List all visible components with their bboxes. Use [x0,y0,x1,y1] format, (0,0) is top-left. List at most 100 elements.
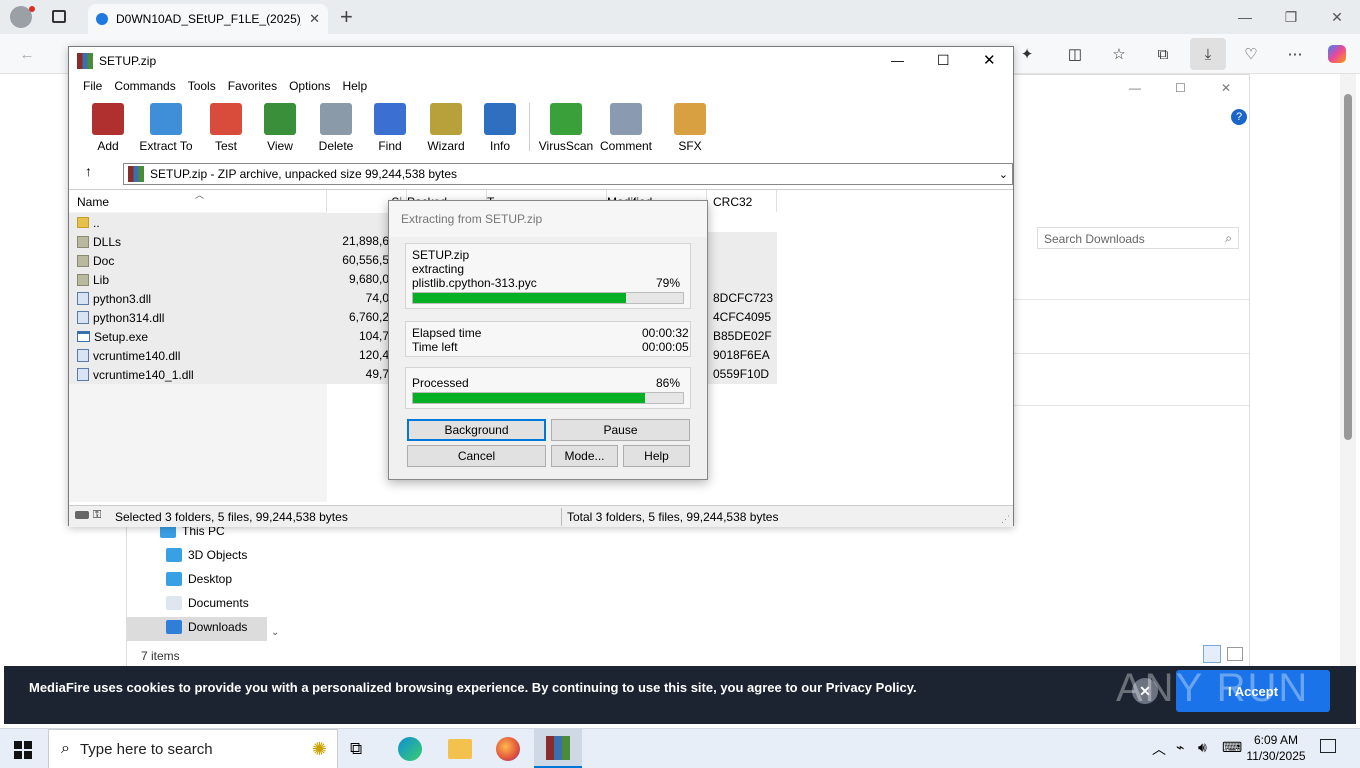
tool-extract-to[interactable]: Extract To [137,103,195,155]
taskbar-search-box[interactable]: ⌕ Type here to search ✺ [48,729,338,768]
tool-virusscan[interactable]: VirusScan [537,103,595,155]
performance-icon[interactable]: ♡ [1238,42,1264,66]
extensions-icon[interactable]: ✦ [1014,42,1040,66]
nav-item-label: Desktop [188,572,233,586]
clock-time[interactable]: 6:09 AM [1252,733,1300,747]
large-icons-view-icon[interactable] [1227,647,1243,661]
favorites-icon[interactable]: ☆ [1106,42,1132,66]
volume-icon[interactable]: 🔊︎ [1198,739,1207,756]
file-crc: 9018F6EA [707,346,777,365]
info-icon [484,103,516,135]
tool-test[interactable]: Test [197,103,255,155]
explorer-close-icon[interactable]: ✕ [1221,81,1231,95]
close-tab-icon[interactable]: ✕ [309,11,320,27]
tool-sfx[interactable]: SFX [661,103,719,155]
show-hidden-icons[interactable]: ︿ [1152,739,1166,759]
search-downloads-input[interactable]: Search Downloads ⌕ [1037,227,1239,249]
tool-label: Info [489,139,510,153]
menu-favorites[interactable]: Favorites [222,79,283,93]
help-button[interactable]: Help [623,445,690,467]
menu-file[interactable]: File [77,79,108,93]
tool-view[interactable]: View [251,103,309,155]
file-size: 21,898,6 [327,232,395,251]
column-crc[interactable]: CRC32 [707,190,777,212]
status-separator [561,508,562,526]
new-tab-button[interactable]: + [340,4,353,30]
explorer-minimize-icon[interactable]: — [1129,81,1141,95]
nav-scroll-down-icon[interactable]: ⌄ [271,627,279,638]
file-name: Doc [93,253,115,268]
more-icon[interactable]: ⋯ [1282,42,1308,66]
background-label: Background [444,423,509,437]
winrar-close-icon[interactable]: ✕ [983,51,996,69]
divider [1013,353,1249,354]
winrar-taskbar-icon[interactable] [534,729,582,768]
winrar-title-bar[interactable]: SETUP.zip — ☐ ✕ [69,47,1013,75]
path-dropdown-icon[interactable]: ⌄ [999,168,1008,181]
tool-delete[interactable]: Delete [307,103,365,155]
downloads-icon[interactable]: ⤓ [1190,38,1226,70]
menu-options[interactable]: Options [283,79,336,93]
menu-commands[interactable]: Commands [108,79,181,93]
processed-progress-fill [413,393,646,403]
menu-tools[interactable]: Tools [182,79,222,93]
clock-date[interactable]: 11/30/2025 [1244,749,1308,763]
page-scrollbar[interactable] [1340,74,1356,724]
menu-help[interactable]: Help [336,79,373,93]
file-name: python3.dll [93,291,152,306]
tool-wizard[interactable]: Wizard [417,103,475,155]
tool-find[interactable]: Find [361,103,419,155]
mode-button[interactable]: Mode... [551,445,618,467]
task-view-icon[interactable]: ⧉ [350,739,362,759]
nav-item-documents[interactable]: Documents [166,592,249,614]
copilot-icon[interactable] [1324,42,1350,66]
pause-button[interactable]: Pause [551,419,690,441]
comment-icon [610,103,642,135]
sfx-icon [674,103,706,135]
help-icon[interactable]: ? [1231,109,1247,125]
details-view-icon[interactable] [1203,645,1221,663]
scrollbar-thumb[interactable] [1344,94,1352,440]
close-icon[interactable]: ✕ [1314,0,1360,34]
tool-info[interactable]: Info [471,103,529,155]
winrar-maximize-icon[interactable]: ☐ [937,52,950,69]
tab-actions-icon[interactable] [52,10,66,23]
firefox-taskbar-icon[interactable] [496,737,520,761]
back-icon[interactable]: ← [14,42,40,66]
start-icon[interactable] [14,741,32,759]
nav-item-downloads[interactable]: Downloads [166,616,247,638]
winrar-title: SETUP.zip [99,54,157,68]
file-name-cell: vcruntime140_1.dll [69,365,327,384]
dialog-title[interactable]: Extracting from SETUP.zip [389,201,707,237]
file-progress-bar [412,292,684,304]
file-percent: 79% [656,276,681,290]
minimize-icon[interactable]: — [1222,0,1268,34]
collections-icon[interactable]: ⧉ [1150,42,1176,66]
cancel-button[interactable]: Cancel [407,445,546,467]
edge-taskbar-icon[interactable] [398,737,422,761]
winrar-status-bar: ⚿ Selected 3 folders, 5 files, 99,244,53… [69,505,1013,527]
background-button[interactable]: Background [407,419,546,441]
language-icon[interactable]: ⌨︎ [1222,739,1242,756]
column-crc-label: CRC32 [713,195,753,209]
nav-item-label: Downloads [188,620,248,634]
winrar-minimize-icon[interactable]: — [891,53,904,68]
tool-add[interactable]: Add [79,103,137,155]
notifications-icon[interactable] [1320,739,1336,753]
search-highlight-icon: ✺ [311,738,327,759]
split-screen-icon[interactable]: ◫ [1062,42,1088,66]
up-folder-icon[interactable]: ↑ [85,163,92,179]
action-label: extracting [412,262,465,276]
file-explorer-taskbar-icon[interactable] [448,739,472,759]
tool-comment[interactable]: Comment [597,103,655,155]
resize-grip-icon[interactable]: ⋰ [1001,514,1010,525]
archive-path-bar[interactable]: SETUP.zip - ZIP archive, unpacked size 9… [123,163,1013,185]
network-icon[interactable]: ⌁ [1176,739,1184,756]
nav-item-label: 3D Objects [188,548,248,562]
nav-item-desktop[interactable]: Desktop [166,568,232,590]
restore-icon[interactable]: ❐ [1268,0,1314,34]
file-size: 6,760,2 [327,308,395,327]
active-tab[interactable]: D0WN10AD_SEtUP_F1LE_(2025)_ ✕ [88,4,328,34]
explorer-maximize-icon[interactable]: ☐ [1175,81,1186,95]
nav-item-3d-objects[interactable]: 3D Objects [166,544,247,566]
